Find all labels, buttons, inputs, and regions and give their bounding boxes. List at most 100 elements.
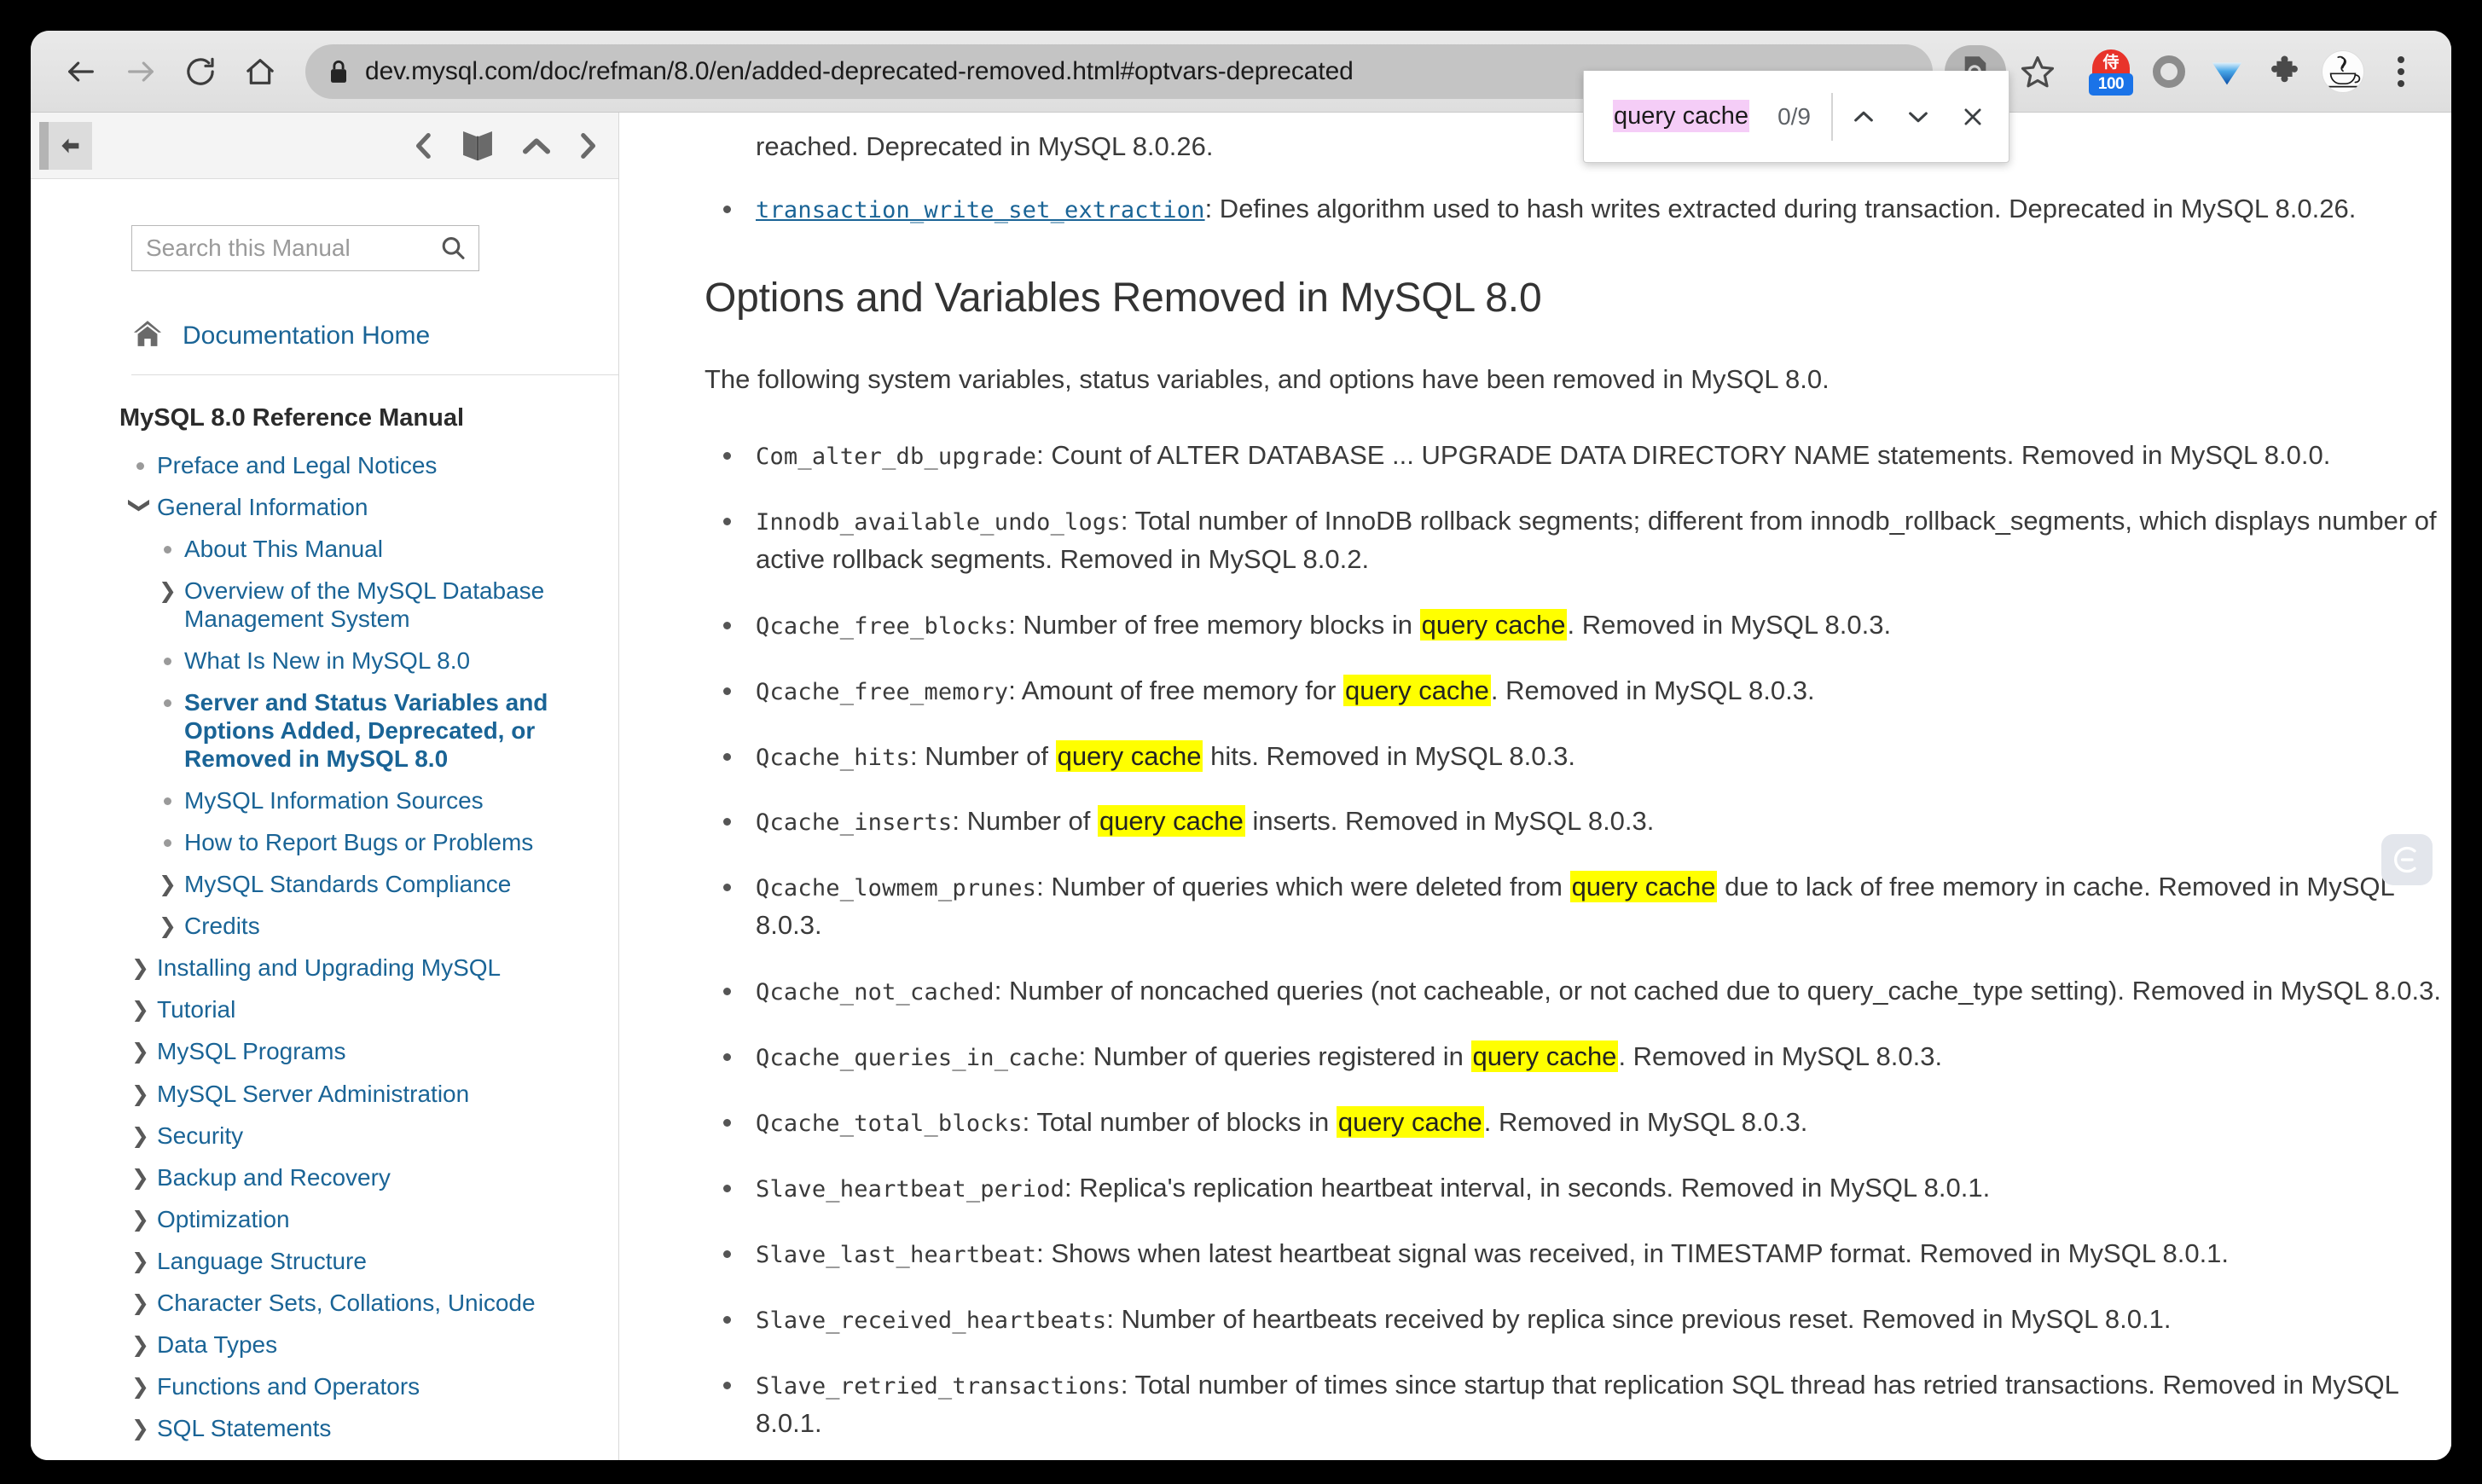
chevron-right-icon[interactable]: ❯ <box>131 1334 149 1355</box>
search-highlight: query cache <box>1569 871 1718 903</box>
variable-name: Qcache_queries_in_cache <box>756 1045 1079 1072</box>
chevron-right-icon[interactable]: ❯ <box>131 1125 149 1146</box>
sidebar-item-language-structure[interactable]: ❯ Language Structure <box>31 1247 618 1275</box>
sidebar-item-mysql-information-sources[interactable]: MySQL Information Sources <box>31 786 618 814</box>
sidebar-item-mysql-programs[interactable]: ❯ MySQL Programs <box>31 1037 618 1065</box>
forward-button[interactable] <box>111 42 171 101</box>
chevron-right-icon[interactable]: ❯ <box>131 1167 149 1188</box>
sidebar-item-credits[interactable]: ❯ Credits <box>31 912 618 940</box>
reload-button[interactable] <box>171 42 230 101</box>
open-book-icon[interactable] <box>460 129 496 163</box>
table-of-contents: Preface and Legal Notices ❯ General Inform… <box>31 451 618 1442</box>
feedback-tab-icon[interactable] <box>2381 834 2433 885</box>
chevron-right-icon[interactable]: ❯ <box>159 915 177 936</box>
extension-badge-100-icon[interactable]: 侍 100 <box>2085 45 2137 98</box>
find-match-count: 0/9 <box>1777 102 1811 130</box>
sidebar-item-character-sets-collations-unicode[interactable]: ❯ Character Sets, Collations, Unicode <box>31 1289 618 1317</box>
profile-avatar[interactable] <box>2317 45 2369 98</box>
three-dot-menu-icon[interactable] <box>2375 45 2427 98</box>
prev-page-icon[interactable] <box>412 131 434 160</box>
search-manual-box[interactable] <box>131 225 479 271</box>
sidebar-item-optimization[interactable]: ❯ Optimization <box>31 1205 618 1233</box>
list-item: Qcache_inserts: Number of query cache in… <box>705 803 2451 841</box>
search-input[interactable] <box>146 235 439 262</box>
sidebar-item-label: About This Manual <box>184 536 383 563</box>
sidebar-item-label: Overview of the MySQL Database Managemen… <box>184 577 545 633</box>
chevron-right-icon[interactable]: ❯ <box>131 1417 149 1439</box>
list-item: Qcache_queries_in_cache: Number of queri… <box>705 1038 2451 1076</box>
chevron-right-icon[interactable]: ❯ <box>159 873 177 895</box>
variable-name: Qcache_not_cached <box>756 979 995 1006</box>
variable-description: : Replica's replication heartbeat interv… <box>1064 1173 1991 1203</box>
chevron-right-icon[interactable]: ❯ <box>159 580 177 601</box>
sidebar-item-security[interactable]: ❯ Security <box>31 1122 618 1150</box>
sidebar-item-tutorial[interactable]: ❯ Tutorial <box>31 995 618 1023</box>
chevron-right-icon[interactable]: ❯ <box>131 1292 149 1313</box>
bullet-icon <box>164 839 171 848</box>
main-content: reached. Deprecated in MySQL 8.0.26. tra… <box>619 113 2451 1460</box>
find-previous-button[interactable] <box>1836 90 1891 144</box>
sidebar-item-about-this-manual[interactable]: About This Manual <box>31 535 618 563</box>
extension-puzzle-icon[interactable] <box>2259 45 2311 98</box>
collapse-sidebar-icon[interactable] <box>39 121 92 170</box>
list-item: Innodb_available_undo_logs: Total number… <box>705 502 2451 579</box>
variable-description: . Removed in MySQL 8.0.3. <box>1618 1041 1943 1072</box>
sidebar-item-backup-and-recovery[interactable]: ❯ Backup and Recovery <box>31 1163 618 1191</box>
find-input[interactable]: query cache <box>1613 100 1777 132</box>
sidebar-item-mysql-standards-compliance[interactable]: ❯ MySQL Standards Compliance <box>31 870 618 898</box>
back-button[interactable] <box>51 42 111 101</box>
chevron-down-icon[interactable]: ❯ <box>128 496 153 514</box>
home-button[interactable] <box>230 42 290 101</box>
bookmark-star-icon[interactable] <box>2011 45 2064 98</box>
variable-link[interactable]: transaction_write_set_extraction <box>756 197 1205 223</box>
documentation-home-link[interactable]: Documentation Home <box>131 319 618 352</box>
variable-description: inserts. Removed in MySQL 8.0.3. <box>1244 806 1655 837</box>
chevron-right-icon[interactable]: ❯ <box>131 1209 149 1230</box>
sidebar-item-preface-and-legal-notices[interactable]: Preface and Legal Notices <box>31 451 618 479</box>
chevron-right-icon[interactable]: ❯ <box>131 999 149 1020</box>
sidebar-item-label: How to Report Bugs or Problems <box>184 829 534 856</box>
variable-description: : Number of noncached queries (not cache… <box>994 976 2441 1006</box>
search-icon[interactable] <box>439 235 467 262</box>
extension-ring-icon[interactable] <box>2143 45 2195 98</box>
sidebar-item-server-and-status-variables-and-options-[interactable]: Server and Status Variables and Options … <box>31 688 618 773</box>
next-page-icon[interactable] <box>577 131 600 160</box>
find-separator <box>1831 92 1833 141</box>
sidebar-item-what-is-new-in-mysql-8-0[interactable]: What Is New in MySQL 8.0 <box>31 646 618 675</box>
variable-name: Innodb_available_undo_logs <box>756 508 1121 536</box>
bullet-icon <box>164 658 171 666</box>
sidebar-item-general-information[interactable]: ❯ General Information <box>31 493 618 521</box>
variable-name: Qcache_hits <box>756 744 911 771</box>
chevron-right-icon[interactable]: ❯ <box>131 1376 149 1397</box>
sidebar-item-mysql-server-administration[interactable]: ❯ MySQL Server Administration <box>31 1080 618 1108</box>
chevron-right-icon[interactable]: ❯ <box>131 1041 149 1062</box>
sidebar-item-sql-statements[interactable]: ❯ SQL Statements <box>31 1414 618 1442</box>
sidebar-item-functions-and-operators[interactable]: ❯ Functions and Operators <box>31 1372 618 1400</box>
list-item: Slave_received_heartbeats: Number of hea… <box>705 1301 2451 1339</box>
sidebar-item-label: Preface and Legal Notices <box>157 452 438 478</box>
sidebar-item-how-to-report-bugs-or-problems[interactable]: How to Report Bugs or Problems <box>31 828 618 856</box>
sidebar-item-installing-and-upgrading-mysql[interactable]: ❯ Installing and Upgrading MySQL <box>31 954 618 982</box>
variable-name: Qcache_free_blocks <box>756 612 1009 640</box>
documentation-home-label: Documentation Home <box>183 321 431 350</box>
find-close-button[interactable] <box>1946 90 2000 144</box>
sidebar-item-data-types[interactable]: ❯ Data Types <box>31 1330 618 1359</box>
up-page-icon[interactable] <box>521 135 552 157</box>
bullet-icon <box>164 699 171 708</box>
variable-description: . Removed in MySQL 8.0.3. <box>1567 609 1892 640</box>
list-item: Slave_heartbeat_period: Replica's replic… <box>705 1169 2451 1208</box>
sidebar-item-label: Functions and Operators <box>157 1372 420 1400</box>
bullet-icon <box>136 462 144 470</box>
extension-diamond-icon[interactable] <box>2201 45 2253 98</box>
list-item: Qcache_free_memory: Amount of free memor… <box>705 672 2451 710</box>
chevron-right-icon[interactable]: ❯ <box>131 1250 149 1272</box>
find-next-button[interactable] <box>1891 90 1946 144</box>
sidebar-toolbar <box>31 113 618 179</box>
chevron-right-icon[interactable]: ❯ <box>131 1083 149 1104</box>
variable-description: : Shows when latest heartbeat signal was… <box>1036 1238 2230 1268</box>
sidebar-item-overview-of-the-mysql-database-managemen[interactable]: ❯ Overview of the MySQL Database Manageme… <box>31 577 618 633</box>
sidebar-item-label: Tutorial <box>157 996 236 1023</box>
lock-icon <box>328 59 350 84</box>
chevron-right-icon[interactable]: ❯ <box>131 957 149 978</box>
variable-name: Slave_heartbeat_period <box>756 1176 1065 1203</box>
